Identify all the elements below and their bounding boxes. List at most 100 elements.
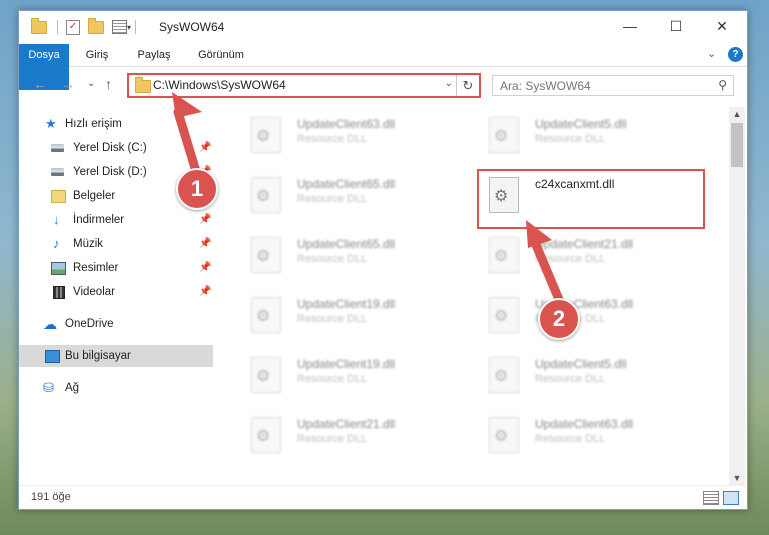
list-item[interactable]: UpdateClient5.dll Resource DLL: [477, 111, 707, 157]
list-item[interactable]: UpdateClient21.dll Resource DLL: [477, 231, 707, 277]
dll-file-icon: [251, 237, 281, 273]
file-name: UpdateClient21.dll: [297, 417, 396, 431]
file-type: Resource DLL: [535, 133, 606, 145]
file-type: Resource DLL: [297, 193, 368, 205]
pin-icon[interactable]: 📌: [199, 257, 211, 279]
file-type: Resource DLL: [535, 433, 606, 445]
tab-home[interactable]: Giriş: [77, 44, 117, 66]
explorer-window: ✓ ▾ SysWOW64 — ☐ ✕ Dosya Giriş Paylaş Gö…: [18, 10, 748, 510]
ribbon-tabs: Dosya Giriş Paylaş Görünüm ⌄ ?: [19, 44, 747, 90]
forward-arrow-icon[interactable]: →: [61, 76, 75, 92]
large-icons-view-icon[interactable]: [723, 491, 739, 505]
list-item[interactable]: UpdateClient65.dll Resource DLL: [239, 231, 469, 277]
sidebar-item-local-disk-c[interactable]: Yerel Disk (C:) 📌: [19, 137, 213, 159]
search-input[interactable]: Ara: SysWOW64: [500, 79, 591, 93]
refresh-icon[interactable]: ↻: [456, 75, 479, 96]
dll-file-icon: [251, 417, 281, 453]
scroll-up-icon[interactable]: ▲: [729, 107, 745, 121]
details-view-icon[interactable]: [703, 491, 719, 505]
sidebar-item-music[interactable]: ♪ Müzik 📌: [19, 233, 213, 255]
scroll-down-icon[interactable]: ▼: [729, 471, 745, 485]
ribbon-expand-icon[interactable]: ⌄: [707, 47, 716, 60]
sidebar-item-downloads[interactable]: ↓ İndirmeler 📌: [19, 209, 213, 231]
network-icon: ⛁: [43, 380, 54, 395]
dll-file-icon: [251, 177, 281, 213]
file-name: UpdateClient19.dll: [297, 357, 396, 371]
quick-access-toolbar: ✓ ▾: [31, 17, 137, 35]
dll-file-icon: [251, 357, 281, 393]
computer-icon: [45, 350, 60, 363]
dll-file-icon: [251, 117, 281, 153]
music-note-icon: ♪: [53, 236, 60, 251]
sidebar-item-this-pc[interactable]: Bu bilgisayar: [19, 345, 213, 367]
file-type: Resource DLL: [297, 313, 368, 325]
file-name: UpdateClient19.dll: [297, 297, 396, 311]
recent-locations-icon[interactable]: ⌄: [87, 78, 95, 89]
list-item[interactable]: UpdateClient63.dll Resource DLL: [477, 291, 707, 337]
file-name: UpdateClient65.dll: [297, 237, 396, 251]
drive-icon: [51, 144, 64, 152]
list-item[interactable]: UpdateClient5.dll Resource DLL: [477, 351, 707, 397]
list-item[interactable]: UpdateClient21.dll Resource DLL: [239, 411, 469, 457]
rename-icon[interactable]: [112, 20, 127, 34]
divider: [135, 20, 137, 34]
sidebar-item-videos[interactable]: Videolar 📌: [19, 281, 213, 303]
up-arrow-icon[interactable]: ↑: [105, 76, 112, 92]
sidebar-item-quick-access[interactable]: ★ Hızlı erişim: [19, 113, 213, 135]
sidebar-item-pictures[interactable]: Resimler 📌: [19, 257, 213, 279]
sidebar-item-onedrive[interactable]: ☁ OneDrive: [19, 313, 213, 335]
navigation-bar: ← → ⌄ ↑ C:\Windows\SysWOW64 ⌄ ↻ Ara: Sys…: [19, 67, 747, 103]
file-name: UpdateClient5.dll: [535, 357, 627, 371]
dll-file-icon: [489, 117, 519, 153]
pin-icon[interactable]: 📌: [199, 137, 211, 159]
list-item[interactable]: UpdateClient63.dll Resource DLL: [477, 411, 707, 457]
dll-file-icon: [489, 357, 519, 393]
file-name: UpdateClient63.dll: [535, 417, 634, 431]
dll-file-icon: [489, 297, 519, 333]
sidebar-item-network[interactable]: ⛁ Ağ: [19, 377, 213, 399]
properties-check-icon[interactable]: ✓: [66, 19, 80, 35]
tab-share[interactable]: Paylaş: [129, 44, 179, 66]
vertical-scrollbar[interactable]: ▲ ▼: [729, 107, 745, 485]
address-bar[interactable]: C:\Windows\SysWOW64 ⌄ ↻: [127, 73, 481, 98]
address-dropdown-icon[interactable]: ⌄: [445, 78, 453, 89]
maximize-button[interactable]: ☐: [653, 11, 699, 41]
file-name: UpdateClient65.dll: [297, 177, 396, 191]
scroll-thumb[interactable]: [731, 123, 743, 167]
status-bar: 191 öğe: [19, 485, 747, 510]
pin-icon[interactable]: 📌: [199, 209, 211, 231]
pictures-icon: [51, 262, 66, 275]
dll-file-icon: [251, 297, 281, 333]
list-item[interactable]: UpdateClient65.dll Resource DLL: [239, 171, 469, 217]
sidebar-item-label: Videolar: [73, 286, 115, 298]
search-box[interactable]: Ara: SysWOW64 ⚲: [492, 75, 734, 96]
file-type: Resource DLL: [535, 253, 606, 265]
tab-view[interactable]: Görünüm: [191, 44, 251, 66]
sidebar-item-label: Bu bilgisayar: [65, 350, 131, 362]
pin-icon[interactable]: 📌: [199, 281, 211, 303]
star-icon: ★: [45, 116, 57, 131]
step-2-badge: 2: [538, 298, 580, 340]
minimize-button[interactable]: —: [607, 11, 653, 41]
file-name: UpdateClient63.dll: [297, 117, 396, 131]
new-folder-icon[interactable]: [88, 17, 104, 34]
sidebar-item-label: Belgeler: [73, 190, 116, 202]
list-item[interactable]: UpdateClient19.dll Resource DLL: [239, 351, 469, 397]
dll-file-icon: [489, 417, 519, 453]
help-icon[interactable]: ?: [728, 47, 743, 62]
item-count: 191 öğe: [31, 491, 71, 503]
back-arrow-icon[interactable]: ←: [33, 76, 47, 92]
divider: [57, 20, 58, 34]
list-item[interactable]: UpdateClient19.dll Resource DLL: [239, 291, 469, 337]
sidebar-item-label: Müzik: [73, 238, 104, 250]
navigation-pane: ★ Hızlı erişim Yerel Disk (C:) 📌 Yerel D…: [19, 107, 213, 485]
file-type: Resource DLL: [297, 253, 368, 265]
close-button[interactable]: ✕: [699, 11, 745, 41]
list-item[interactable]: UpdateClient63.dll Resource DLL: [239, 111, 469, 157]
customize-dropdown-icon[interactable]: ▾: [127, 23, 131, 32]
address-path[interactable]: C:\Windows\SysWOW64: [153, 78, 286, 92]
window-title: SysWOW64: [159, 20, 225, 34]
pin-icon[interactable]: 📌: [199, 233, 211, 255]
file-type: Resource DLL: [297, 373, 368, 385]
download-arrow-icon: ↓: [53, 212, 60, 227]
